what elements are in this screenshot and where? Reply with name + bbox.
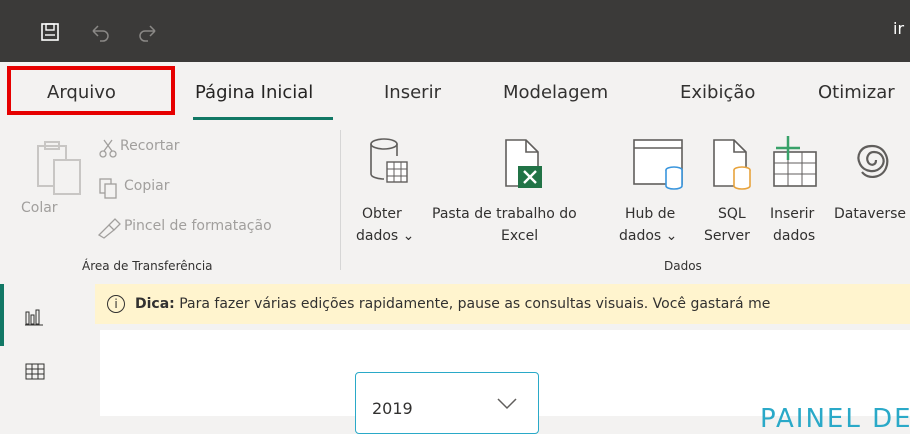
format-painter-button[interactable]: Pincel de formatação	[124, 218, 272, 234]
excel-label-2[interactable]: Excel	[501, 228, 538, 244]
view-sidebar	[0, 280, 93, 416]
tip-prefix: Dica:	[135, 296, 175, 312]
save-icon[interactable]	[38, 20, 62, 44]
excel-label-1[interactable]: Pasta de trabalho do	[432, 206, 577, 222]
chevron-down-icon: ⌄	[661, 228, 678, 244]
dataverse-label[interactable]: Dataverse	[834, 206, 906, 222]
sql-label-2[interactable]: Server	[704, 228, 750, 244]
format-painter-icon[interactable]	[96, 217, 122, 239]
year-slicer[interactable]: 2019	[355, 372, 539, 434]
tab-modelagem[interactable]: Modelagem	[503, 82, 608, 103]
scissors-icon[interactable]	[97, 137, 119, 159]
get-data-label-1[interactable]: Obter	[362, 206, 402, 222]
sql-label-1[interactable]: SQL	[718, 206, 746, 222]
cut-button[interactable]: Recortar	[120, 138, 180, 154]
panel-title: PAINEL DE	[760, 404, 910, 434]
chevron-down-icon: ⌄	[398, 228, 415, 244]
tab-otimizar[interactable]: Otimizar	[818, 82, 895, 103]
tip-message: Para fazer várias edições rapidamente, p…	[179, 296, 771, 312]
data-hub-icon[interactable]	[632, 138, 688, 192]
undo-icon[interactable]	[88, 20, 112, 44]
get-data-button[interactable]: dados ⌄	[356, 228, 414, 244]
tip-text: Dica: Para fazer várias edições rapidame…	[135, 296, 770, 312]
info-icon: i	[107, 295, 125, 313]
sql-server-icon[interactable]	[710, 136, 756, 192]
window-title: ir	[893, 19, 905, 38]
highlight-box	[7, 66, 175, 115]
tab-pagina-inicial[interactable]: Página Inicial	[195, 82, 313, 103]
report-view-icon[interactable]	[24, 306, 44, 326]
clipboard-icon[interactable]	[34, 140, 84, 196]
active-view-indicator	[0, 284, 4, 346]
enter-data-icon[interactable]	[768, 134, 824, 192]
copy-icon[interactable]	[97, 176, 119, 200]
get-data-icon[interactable]	[366, 136, 412, 192]
chevron-down-icon	[496, 395, 518, 414]
insert-label-2[interactable]: dados	[773, 228, 815, 244]
clipboard-group-label: Área de Transferência	[82, 259, 213, 273]
paste-button[interactable]: Colar	[21, 200, 58, 216]
tip-banner: i Dica: Para fazer várias edições rapida…	[95, 284, 910, 324]
table-view-icon[interactable]	[24, 362, 46, 382]
dataverse-icon[interactable]	[852, 140, 892, 184]
hub-label-2: dados	[619, 228, 662, 244]
copy-button[interactable]: Copiar	[124, 178, 169, 194]
tab-exibicao[interactable]: Exibição	[680, 82, 755, 103]
active-tab-indicator	[193, 117, 333, 120]
data-group-label: Dados	[664, 259, 702, 273]
slicer-value: 2019	[372, 399, 413, 418]
hub-label-1[interactable]: Hub de	[625, 206, 675, 222]
tab-inserir[interactable]: Inserir	[384, 82, 441, 103]
excel-icon[interactable]	[500, 136, 546, 192]
group-separator	[340, 130, 341, 270]
redo-icon[interactable]	[136, 20, 160, 44]
hub-button[interactable]: dados ⌄	[619, 228, 677, 244]
get-data-label-2: dados	[356, 228, 399, 244]
insert-label-1[interactable]: Inserir	[770, 206, 814, 222]
